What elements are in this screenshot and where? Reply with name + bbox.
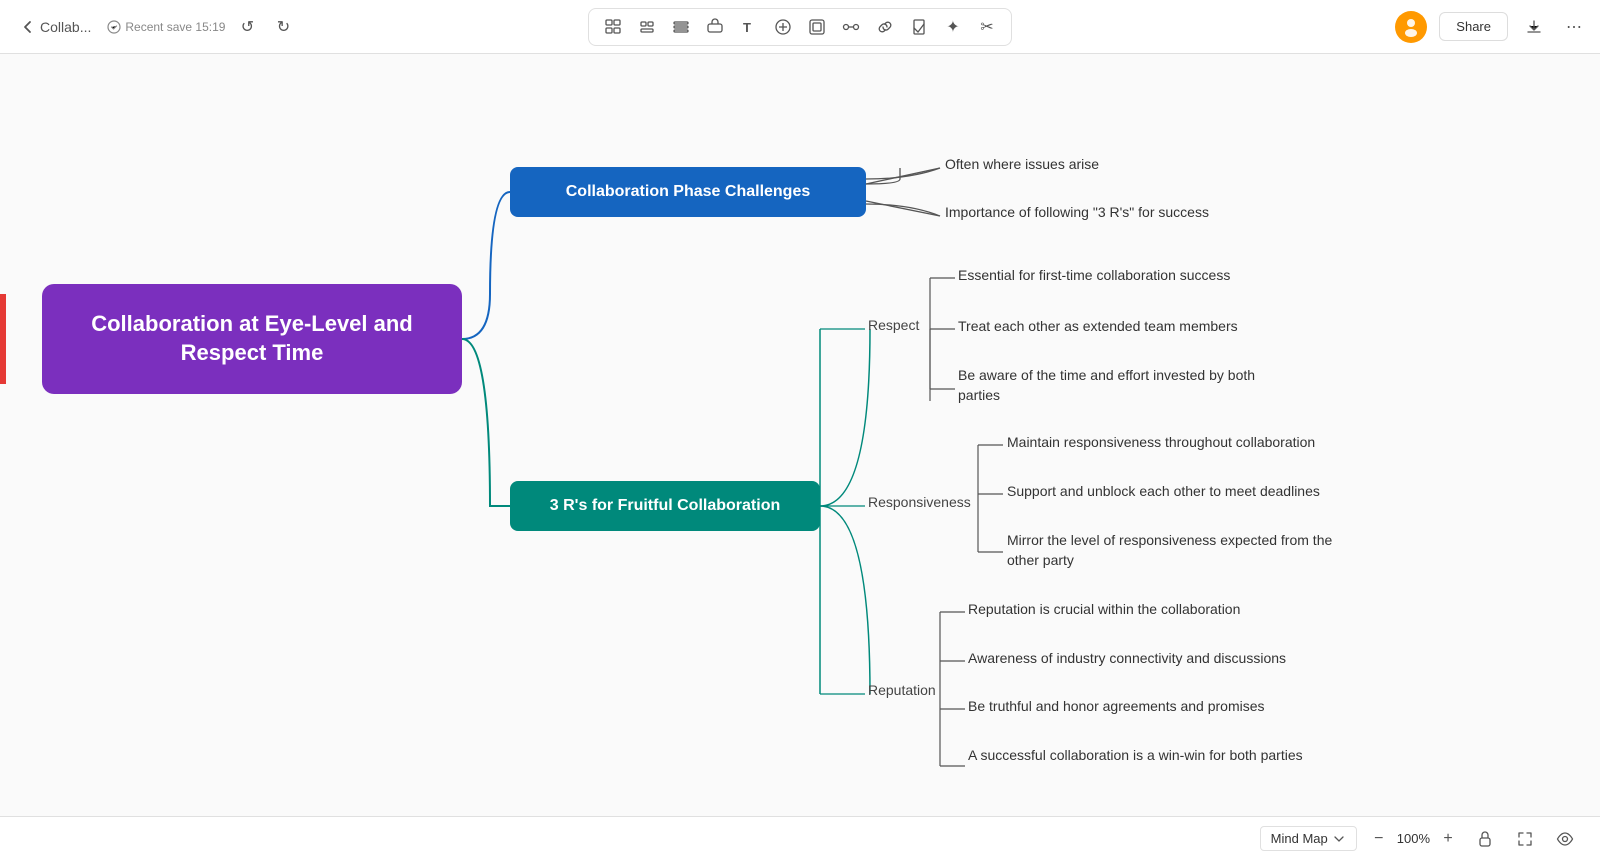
text-tool[interactable]: T bbox=[735, 13, 763, 41]
topbar: Collab... Recent save 15:19 ↺ ↻ T bbox=[0, 0, 1600, 54]
add-tool[interactable] bbox=[769, 13, 797, 41]
respect-leaf-3: Be aware of the time and effort invested… bbox=[958, 366, 1278, 405]
topbar-right: Share ⋯ bbox=[1395, 11, 1588, 43]
responsiveness-label: Responsiveness bbox=[868, 494, 971, 510]
zoom-in-button[interactable]: + bbox=[1436, 827, 1460, 851]
root-node[interactable]: Collaboration at Eye-Level and Respect T… bbox=[42, 284, 462, 394]
eye-button[interactable] bbox=[1550, 824, 1580, 854]
zoom-level: 100% bbox=[1397, 831, 1430, 846]
magic-tool[interactable]: ✂ bbox=[973, 13, 1001, 41]
ungroup-tool[interactable] bbox=[633, 13, 661, 41]
topbar-left: Collab... Recent save 15:19 ↺ ↻ bbox=[12, 13, 297, 41]
more-options-button[interactable]: ⋯ bbox=[1560, 13, 1588, 41]
link-tool[interactable] bbox=[871, 13, 899, 41]
toolbar-center: T ✦ ✂ bbox=[588, 8, 1012, 46]
back-arrow-icon bbox=[20, 19, 36, 35]
user-avatar bbox=[1395, 11, 1427, 43]
reputation-leaf-4: A successful collaboration is a win-win … bbox=[968, 746, 1303, 766]
respect-leaf-2: Treat each other as extended team member… bbox=[958, 317, 1238, 337]
canvas: Collaboration at Eye-Level and Respect T… bbox=[0, 54, 1600, 860]
root-left-accent bbox=[0, 294, 6, 384]
undo-button[interactable]: ↺ bbox=[233, 13, 261, 41]
avatar-icon bbox=[1401, 17, 1421, 37]
bottombar: Mind Map − 100% + bbox=[0, 816, 1600, 860]
connect-tool[interactable] bbox=[837, 13, 865, 41]
reputation-label: Reputation bbox=[868, 682, 936, 698]
select-tool[interactable] bbox=[599, 13, 627, 41]
chevron-down-icon bbox=[1332, 832, 1346, 846]
reputation-leaf-1: Reputation is crucial within the collabo… bbox=[968, 600, 1240, 620]
save-icon bbox=[107, 20, 121, 34]
reputation-leaf-3: Be truthful and honor agreements and pro… bbox=[968, 697, 1265, 717]
save-status: Recent save 15:19 bbox=[107, 20, 225, 34]
collab-leaf-2: Importance of following "3 R's" for succ… bbox=[945, 203, 1209, 223]
redo-button[interactable]: ↻ bbox=[269, 13, 297, 41]
fullscreen-button[interactable] bbox=[1510, 824, 1540, 854]
respect-leaf-1: Essential for first-time collaboration s… bbox=[958, 266, 1230, 286]
frame-tool[interactable] bbox=[803, 13, 831, 41]
three-rs-node[interactable]: 3 R's for Fruitful Collaboration bbox=[510, 481, 820, 531]
bookmark-tool[interactable] bbox=[905, 13, 933, 41]
mode-selector[interactable]: Mind Map bbox=[1260, 826, 1357, 851]
collab-phase-node[interactable]: Collaboration Phase Challenges bbox=[510, 167, 866, 217]
lock-button[interactable] bbox=[1470, 824, 1500, 854]
respect-label: Respect bbox=[868, 317, 919, 333]
zoom-controls: − 100% + bbox=[1367, 827, 1460, 851]
responsiveness-leaf-1: Maintain responsiveness throughout colla… bbox=[1007, 433, 1315, 453]
zoom-out-button[interactable]: − bbox=[1367, 827, 1391, 851]
sparkle-tool[interactable]: ✦ bbox=[939, 13, 967, 41]
export-button[interactable] bbox=[1520, 13, 1548, 41]
responsiveness-leaf-3: Mirror the level of responsiveness expec… bbox=[1007, 531, 1367, 570]
svg-text:T: T bbox=[743, 20, 751, 35]
doc-title: Collab... bbox=[40, 19, 91, 35]
share-button[interactable]: Share bbox=[1439, 12, 1508, 41]
layout-tool[interactable] bbox=[667, 13, 695, 41]
responsiveness-leaf-2: Support and unblock each other to meet d… bbox=[1007, 482, 1320, 502]
reputation-leaf-2: Awareness of industry connectivity and d… bbox=[968, 649, 1286, 669]
style-tool[interactable] bbox=[701, 13, 729, 41]
back-button[interactable]: Collab... bbox=[12, 15, 99, 39]
collab-leaf-1: Often where issues arise bbox=[945, 155, 1099, 175]
